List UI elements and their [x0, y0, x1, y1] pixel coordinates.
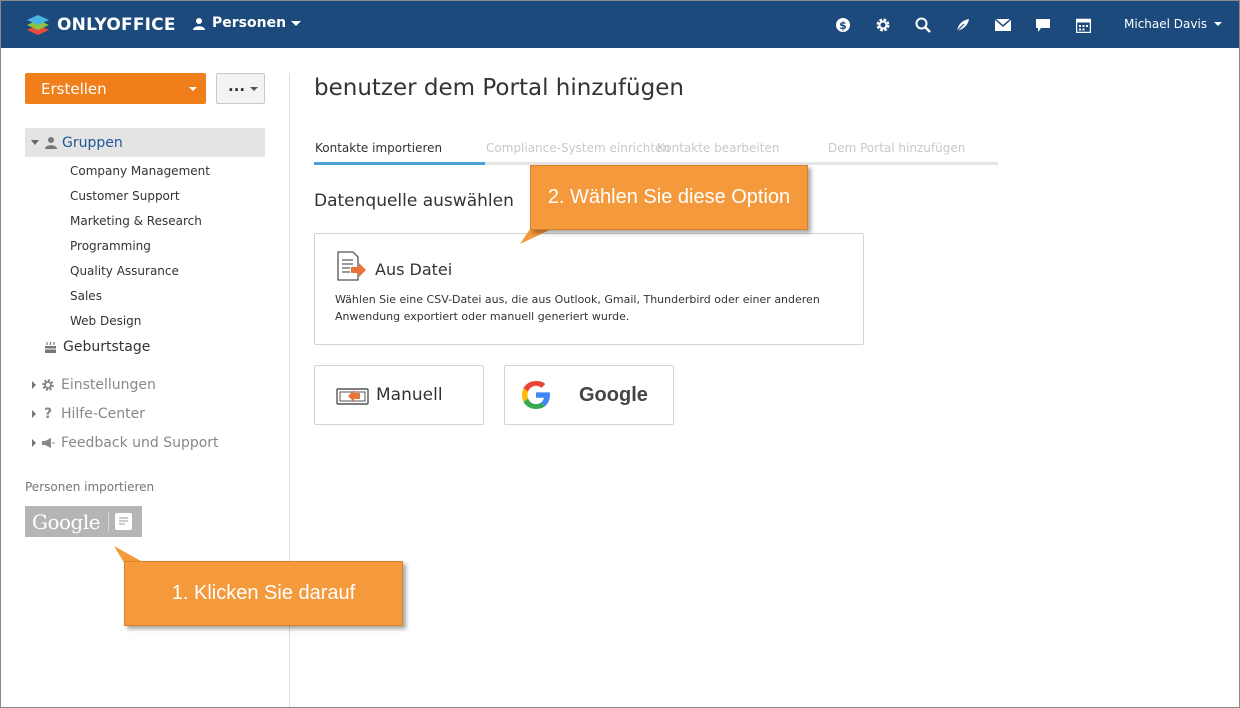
top-icon-toolbar: $: [823, 14, 1103, 36]
sidebar-group-item[interactable]: Quality Assurance: [70, 261, 210, 286]
person-icon: [193, 17, 205, 30]
manual-label: Manuell: [376, 385, 443, 405]
more-actions-button[interactable]: ...: [216, 73, 265, 104]
step-edit-contacts: Kontakte bearbeiten: [656, 141, 827, 165]
chevron-down-icon: [189, 87, 197, 91]
google-import-button[interactable]: Google: [25, 506, 142, 537]
mail-icon[interactable]: [983, 14, 1023, 36]
step-compliance-system: Compliance-System einrichten: [485, 141, 670, 165]
sidebar-item-label: Einstellungen: [61, 377, 156, 393]
sidebar-item-settings[interactable]: Einstellungen: [25, 377, 156, 393]
manual-entry-icon: [336, 383, 370, 407]
callout-step-1-text: 1. Klicken Sie darauf: [171, 582, 356, 604]
svg-text:$: $: [839, 19, 847, 32]
settings-gear-icon[interactable]: [863, 14, 903, 36]
module-switcher[interactable]: Personen: [193, 15, 302, 31]
chevron-down-icon: [250, 87, 258, 91]
group-icon: [45, 136, 57, 149]
cake-icon: [43, 340, 57, 354]
chat-icon[interactable]: [1023, 14, 1063, 36]
step-add-to-portal: Dem Portal hinzufügen: [827, 141, 998, 165]
sidebar-group-item[interactable]: Company Management: [70, 161, 210, 186]
user-menu[interactable]: Michael Davis: [1124, 17, 1223, 31]
from-file-option[interactable]: Aus Datei Wählen Sie eine CSV-Datei aus,…: [314, 233, 864, 345]
from-file-title: Aus Datei: [375, 260, 453, 279]
sidebar-item-label: Hilfe-Center: [61, 406, 146, 422]
google-label: Google: [579, 383, 648, 406]
group-list: Company Management Customer Support Mark…: [70, 161, 210, 336]
expand-triangle-icon[interactable]: [32, 439, 36, 447]
calendar-icon[interactable]: [1063, 14, 1103, 36]
feed-icon[interactable]: [943, 14, 983, 36]
callout-step-2-text: 2. Wählen Sie diese Option: [547, 186, 791, 208]
sidebar-item-label: Geburtstage: [63, 339, 151, 355]
brand-logo[interactable]: ONLYOFFICE: [25, 12, 176, 38]
chevron-down-icon: [291, 20, 302, 26]
sidebar-item-groups[interactable]: Gruppen: [25, 128, 265, 157]
sidebar-item-feedback[interactable]: Feedback und Support: [25, 435, 219, 451]
expand-triangle-icon[interactable]: [32, 410, 36, 418]
create-button-label: Erstellen: [41, 79, 107, 98]
callout-step-2: 2. Wählen Sie diese Option: [530, 165, 808, 230]
question-mark-icon: ?: [43, 406, 53, 422]
more-actions-label: ...: [228, 77, 246, 95]
sidebar-group-item[interactable]: Web Design: [70, 311, 210, 336]
sidebar-item-label: Feedback und Support: [61, 435, 219, 451]
wizard-steps: Kontakte importieren Compliance-System e…: [314, 141, 998, 165]
chevron-down-icon: [1214, 22, 1223, 26]
top-navigation-bar: ONLYOFFICE Personen $ Michael Davis: [1, 1, 1239, 48]
onlyoffice-logo-icon: [25, 12, 51, 38]
divider: [108, 511, 110, 532]
sidebar-item-label: Gruppen: [62, 134, 123, 151]
google-logo-icon: [520, 379, 552, 411]
sidebar-group-item[interactable]: Sales: [70, 286, 210, 311]
page-title: benutzer dem Portal hinzufügen: [314, 75, 684, 101]
megaphone-icon: [41, 436, 55, 450]
sidebar-group-item[interactable]: Marketing & Research: [70, 211, 210, 236]
sidebar-item-birthdays[interactable]: Geburtstage: [43, 339, 150, 355]
gear-icon: [41, 378, 55, 392]
sidebar-group-item[interactable]: Programming: [70, 236, 210, 261]
step-import-contacts[interactable]: Kontakte importieren: [314, 141, 485, 165]
file-import-icon: [335, 251, 367, 287]
create-button[interactable]: Erstellen: [25, 73, 206, 104]
brand-name: ONLYOFFICE: [57, 15, 176, 35]
source-section-title: Datenquelle auswählen: [314, 191, 514, 211]
sidebar-item-help[interactable]: ? Hilfe-Center: [25, 406, 145, 422]
import-section-label: Personen importieren: [25, 480, 155, 494]
manual-option[interactable]: Manuell: [314, 365, 484, 425]
sidebar-group-item[interactable]: Customer Support: [70, 186, 210, 211]
expand-triangle-icon[interactable]: [31, 140, 39, 145]
google-option[interactable]: Google: [504, 365, 674, 425]
search-icon[interactable]: [903, 14, 943, 36]
payments-icon[interactable]: $: [823, 14, 863, 36]
google-import-label: Google: [32, 509, 101, 534]
document-icon: [115, 513, 133, 530]
user-name: Michael Davis: [1124, 17, 1208, 31]
module-label: Personen: [212, 15, 287, 31]
callout-step-1: 1. Klicken Sie darauf: [124, 561, 403, 626]
from-file-description: Wählen Sie eine CSV-Datei aus, die aus O…: [335, 293, 820, 323]
expand-triangle-icon[interactable]: [32, 381, 36, 389]
